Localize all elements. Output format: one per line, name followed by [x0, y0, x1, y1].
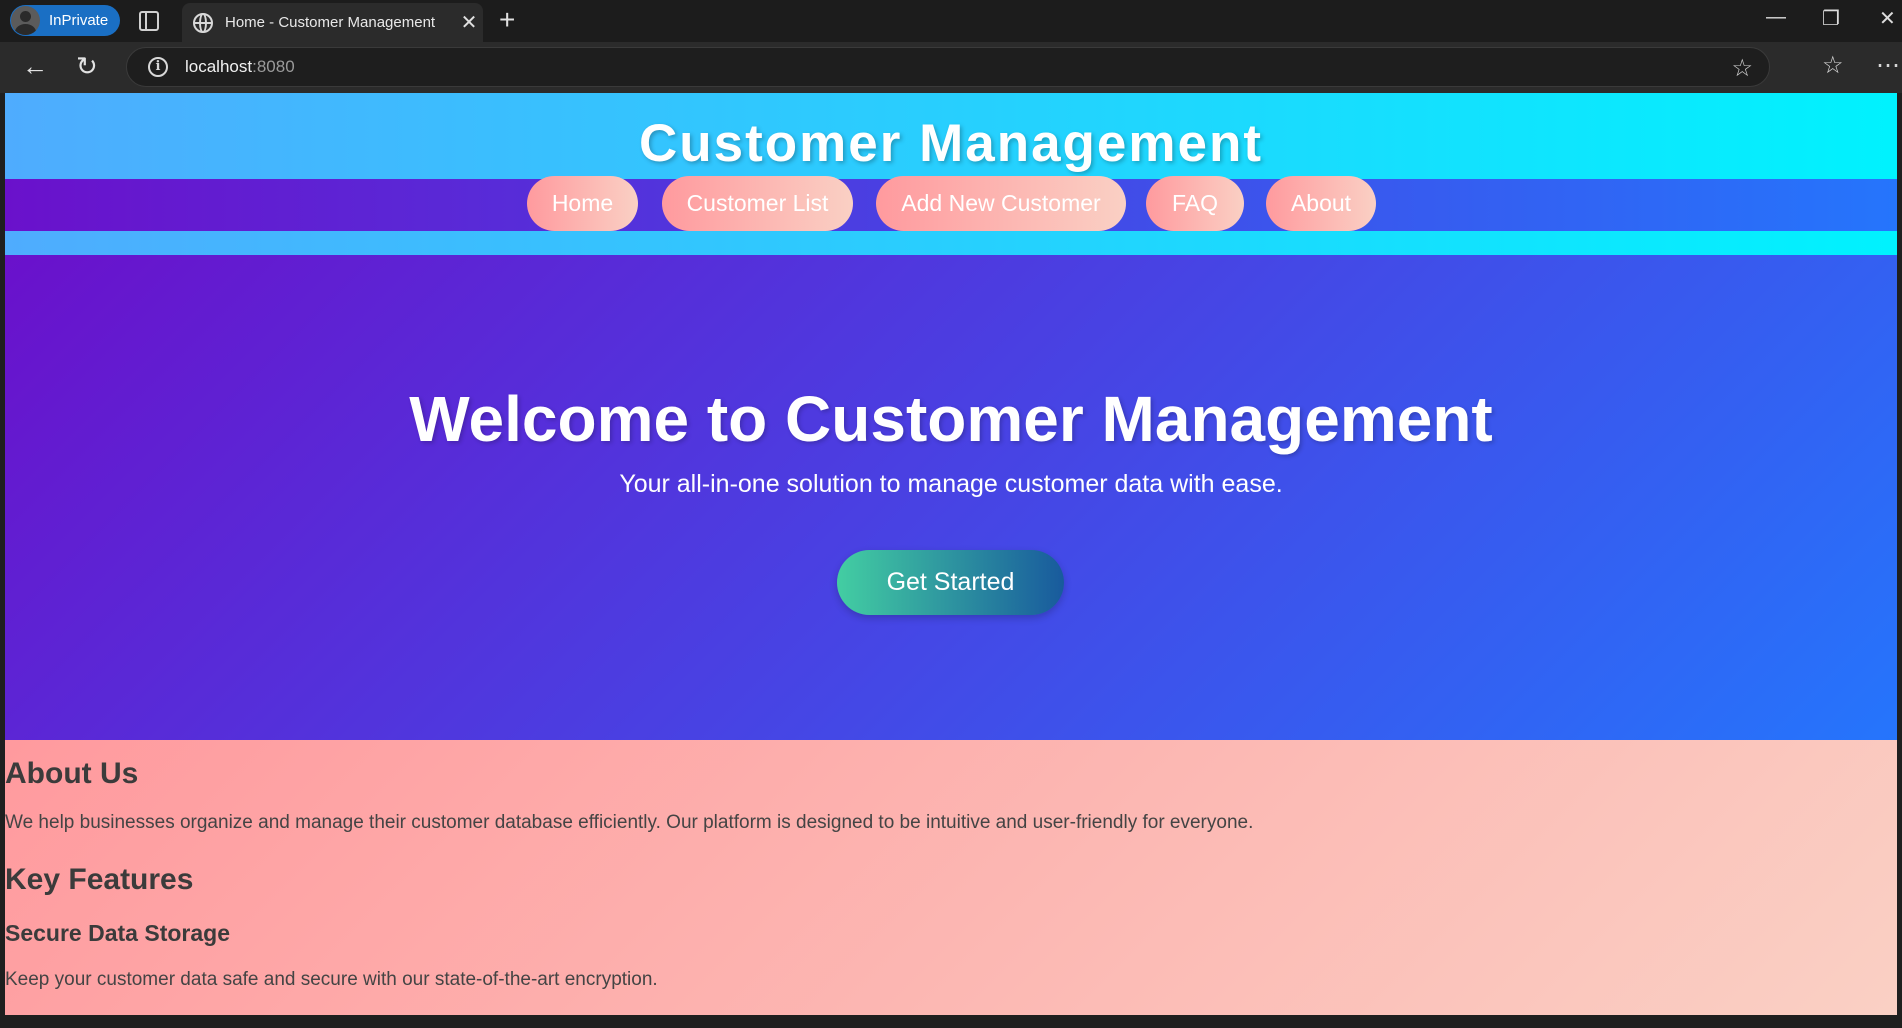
address-host: localhost — [185, 57, 253, 76]
about-text: We help businesses organize and manage t… — [5, 812, 1254, 833]
site-info-icon[interactable]: i — [148, 57, 168, 77]
tab-close-icon[interactable]: ✕ — [455, 10, 483, 35]
tab-strip: InPrivate Home - Customer Management ✕ +… — [0, 0, 1902, 42]
inprivate-badge[interactable]: InPrivate — [10, 5, 120, 36]
window-bottom-edge — [0, 1015, 1902, 1028]
minimize-icon[interactable]: — — [1766, 6, 1786, 29]
toolbar: ← ↻ i localhost:8080 ☆ ☆ ⋯ — [0, 42, 1902, 93]
feature-text: Keep your customer data safe and secure … — [5, 969, 658, 990]
about-heading: About Us — [5, 757, 139, 790]
new-tab-icon[interactable]: + — [499, 6, 515, 34]
more-menu-icon[interactable]: ⋯ — [1876, 51, 1900, 80]
page-viewport: Customer Management Home Customer List A… — [5, 93, 1897, 1015]
address-bar[interactable]: i localhost:8080 ☆ — [126, 47, 1770, 87]
favorite-star-icon[interactable]: ☆ — [1731, 54, 1753, 83]
info-section: About Us We help businesses organize and… — [5, 740, 1897, 1015]
refresh-icon[interactable]: ↻ — [76, 52, 98, 80]
nav-home[interactable]: Home — [527, 176, 638, 231]
feature-title: Secure Data Storage — [5, 920, 230, 946]
globe-icon — [193, 12, 213, 33]
scrollbar-edge — [1897, 93, 1902, 1015]
nav-customer-list[interactable]: Customer List — [662, 176, 853, 231]
site-header: Customer Management Home Customer List A… — [5, 93, 1897, 255]
features-heading: Key Features — [5, 863, 194, 896]
get-started-button[interactable]: Get Started — [837, 550, 1064, 615]
browser-chrome: InPrivate Home - Customer Management ✕ +… — [0, 0, 1902, 93]
site-title: Customer Management — [638, 114, 1264, 173]
restore-icon[interactable]: ❐ — [1822, 6, 1840, 31]
address-port: :8080 — [252, 57, 295, 76]
nav-about[interactable]: About — [1266, 176, 1376, 231]
tab-title: Home - Customer Management — [225, 14, 436, 31]
inprivate-label: InPrivate — [49, 12, 109, 29]
close-window-icon[interactable]: ✕ — [1879, 6, 1896, 31]
back-icon[interactable]: ← — [22, 52, 48, 80]
nav-faq[interactable]: FAQ — [1146, 176, 1244, 231]
favorites-icon[interactable]: ☆ — [1822, 51, 1844, 80]
avatar-icon — [11, 6, 40, 35]
hero-subheading: Your all-in-one solution to manage custo… — [619, 470, 1283, 498]
tab-actions-icon[interactable] — [139, 11, 159, 31]
main-nav: Home Customer List Add New Customer FAQ … — [5, 176, 1897, 231]
tab-home[interactable]: Home - Customer Management ✕ — [182, 3, 483, 42]
nav-add-new-customer[interactable]: Add New Customer — [876, 176, 1126, 231]
hero-section: Welcome to Customer Management Your all-… — [5, 255, 1897, 740]
hero-heading: Welcome to Customer Management — [409, 383, 1493, 455]
